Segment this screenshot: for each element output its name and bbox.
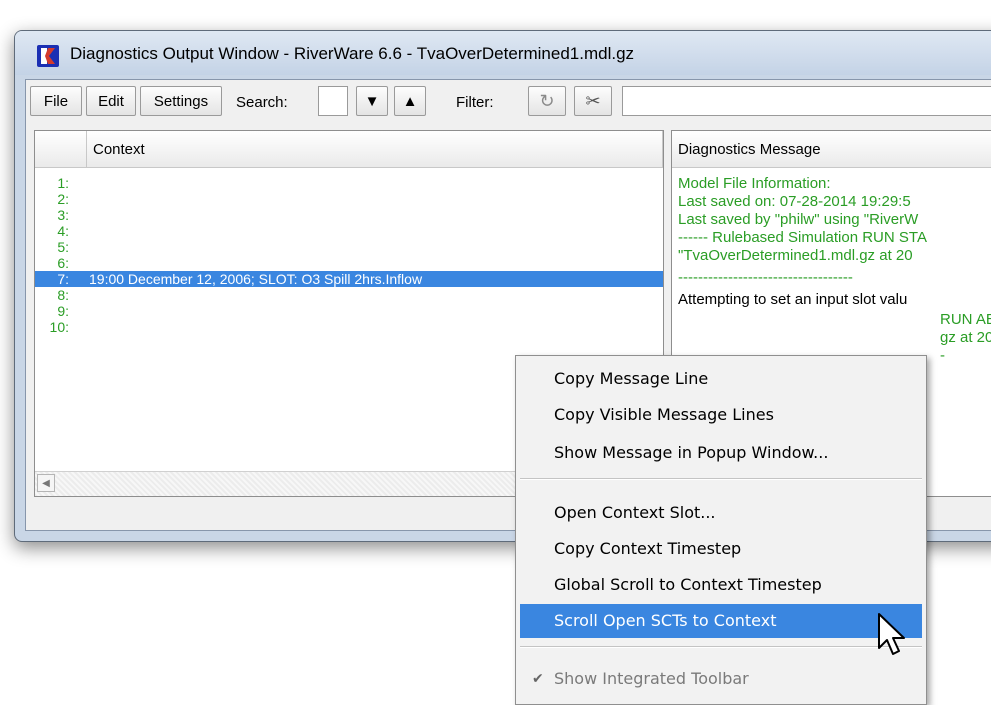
context-row[interactable]: 2: bbox=[35, 191, 663, 207]
menu-separator bbox=[520, 478, 922, 480]
context-row[interactable]: 4: bbox=[35, 223, 663, 239]
refresh-icon: ↻ bbox=[539, 90, 555, 111]
menu-item-copy-visible-message-lines[interactable]: Copy Visible Message Lines bbox=[520, 398, 922, 432]
row-number: 2: bbox=[57, 191, 69, 207]
message-line[interactable]: Model File Information: bbox=[678, 175, 831, 195]
search-input[interactable] bbox=[318, 86, 348, 116]
row-number: 5: bbox=[57, 239, 69, 255]
edit-menu-button[interactable]: Edit bbox=[86, 86, 136, 116]
context-row[interactable]: 10: bbox=[35, 319, 663, 335]
menu-item-show-message-in-popup[interactable]: Show Message in Popup Window... bbox=[520, 436, 922, 470]
scroll-left-arrow-icon[interactable]: ◀ bbox=[37, 474, 55, 492]
title-bar[interactable]: Diagnostics Output Window - RiverWare 6.… bbox=[15, 31, 991, 75]
row-number: 4: bbox=[57, 223, 69, 239]
menu-item-show-integrated-toolbar[interactable]: ✔ Show Integrated Toolbar bbox=[520, 662, 922, 696]
message-line[interactable]: ------ Rulebased Simulation RUN STA bbox=[678, 229, 927, 249]
row-number: 8: bbox=[57, 287, 69, 303]
search-label: Search: bbox=[236, 94, 288, 111]
triangle-down-icon: ▼ bbox=[364, 92, 380, 110]
message-line[interactable]: ----------------------------------- bbox=[678, 269, 853, 289]
scissors-clear-icon: ✂ bbox=[585, 90, 601, 111]
menu-item-global-scroll-to-context-timestep[interactable]: Global Scroll to Context Timestep bbox=[520, 568, 922, 602]
filter-label: Filter: bbox=[456, 94, 494, 111]
diagnostics-message-column-header[interactable]: Diagnostics Message bbox=[672, 131, 991, 168]
menu-separator bbox=[520, 646, 922, 648]
row-number-header bbox=[35, 131, 87, 168]
filter-clear-button[interactable]: ✂ bbox=[574, 86, 612, 116]
mouse-pointer-icon bbox=[878, 613, 905, 655]
context-menu: Copy Message Line Copy Visible Message L… bbox=[515, 355, 927, 705]
file-menu-button[interactable]: File bbox=[30, 86, 82, 116]
row-number: 1: bbox=[57, 175, 69, 191]
context-row[interactable]: 1: bbox=[35, 175, 663, 191]
message-line[interactable]: "TvaOverDetermined1.mdl.gz at 20 bbox=[678, 247, 913, 267]
context-row[interactable]: 9: bbox=[35, 303, 663, 319]
message-line[interactable]: - bbox=[940, 347, 945, 367]
message-line[interactable]: Last saved on: 07-28-2014 19:29:5 bbox=[678, 193, 911, 213]
message-line[interactable]: Attempting to set an input slot valu bbox=[678, 291, 907, 311]
riverware-logo-icon bbox=[37, 45, 59, 67]
row-number: 7: bbox=[57, 271, 69, 287]
checkmark-icon: ✔ bbox=[532, 671, 544, 687]
menu-item-copy-message-line[interactable]: Copy Message Line bbox=[520, 362, 922, 396]
row-number: 3: bbox=[57, 207, 69, 223]
filter-input[interactable] bbox=[622, 86, 991, 116]
toolbar: File Edit Settings Search: ▼ ▲ Filter: ↻… bbox=[26, 80, 991, 124]
message-line[interactable]: RUN AB bbox=[940, 311, 991, 331]
menu-item-show-integrated-toolbar-label: Show Integrated Toolbar bbox=[554, 669, 749, 688]
menu-item-copy-context-timestep[interactable]: Copy Context Timestep bbox=[520, 532, 922, 566]
context-text: 19:00 December 12, 2006; SLOT: O3 Spill … bbox=[89, 271, 423, 287]
context-row[interactable]: 7: 19:00 December 12, 2006; SLOT: O3 Spil… bbox=[35, 271, 663, 287]
window-title: Diagnostics Output Window - RiverWare 6.… bbox=[70, 44, 635, 63]
context-row[interactable]: 8: bbox=[35, 287, 663, 303]
message-line[interactable]: gz at 20 bbox=[940, 329, 991, 349]
context-row[interactable]: 3: bbox=[35, 207, 663, 223]
message-line[interactable]: Last saved by "philw" using "RiverW bbox=[678, 211, 918, 231]
settings-menu-button[interactable]: Settings bbox=[140, 86, 222, 116]
filter-refresh-button[interactable]: ↻ bbox=[528, 86, 566, 116]
menu-item-scroll-open-scts-to-context[interactable]: Scroll Open SCTs to Context bbox=[520, 604, 922, 638]
context-row[interactable]: 6: bbox=[35, 255, 663, 271]
row-number: 10: bbox=[49, 319, 69, 335]
search-next-button[interactable]: ▼ bbox=[356, 86, 388, 116]
search-previous-button[interactable]: ▲ bbox=[394, 86, 426, 116]
menu-item-open-context-slot[interactable]: Open Context Slot... bbox=[520, 496, 922, 530]
context-column-header[interactable]: Context bbox=[87, 131, 663, 168]
row-number: 9: bbox=[57, 303, 69, 319]
context-row[interactable]: 5: bbox=[35, 239, 663, 255]
triangle-up-icon: ▲ bbox=[402, 92, 418, 110]
row-number: 6: bbox=[57, 255, 69, 271]
